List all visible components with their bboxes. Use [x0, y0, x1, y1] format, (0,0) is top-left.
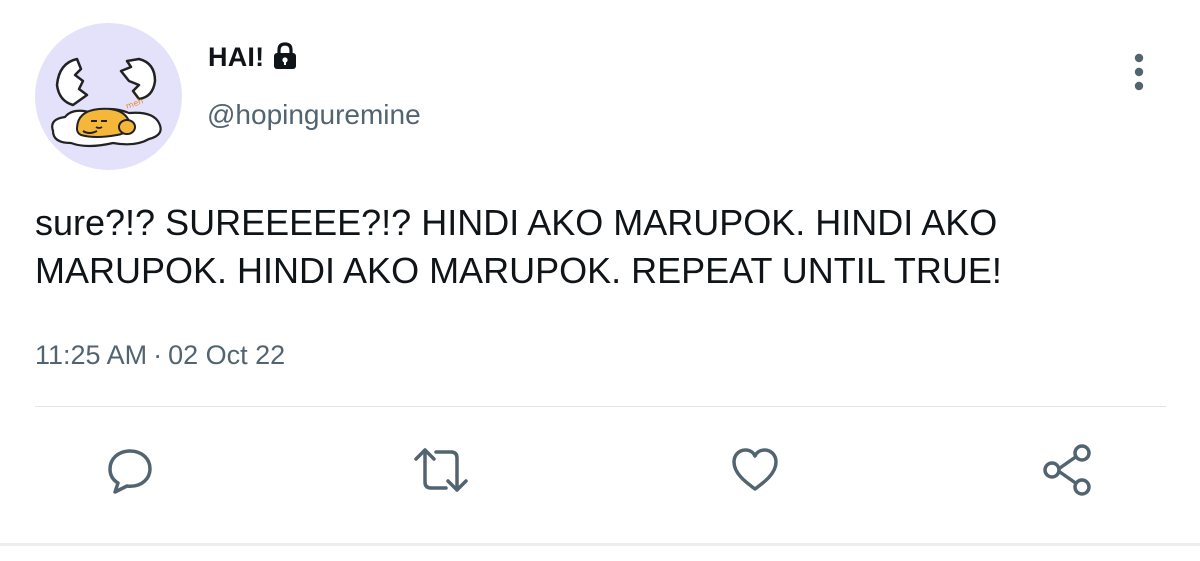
more-vertical-icon[interactable]	[1128, 52, 1150, 92]
retweet-button[interactable]	[411, 440, 471, 500]
display-name[interactable]: HAI!	[208, 42, 264, 73]
reply-icon	[108, 449, 152, 494]
reply-button[interactable]	[100, 440, 160, 500]
tweet-timestamp[interactable]: 11:25 AM · 02 Oct 22	[35, 340, 285, 371]
avatar-badge-text: meh	[125, 96, 145, 111]
like-button[interactable]	[725, 440, 785, 500]
avatar[interactable]: meh	[35, 23, 182, 170]
tweet-card: meh HAI! @hopinguremine sure?!? SUREEEEE…	[0, 0, 1200, 561]
lock-icon	[272, 41, 298, 71]
tweet-date: 02 Oct 22	[168, 340, 286, 370]
gudetama-egg-avatar-icon: meh	[51, 57, 162, 148]
tweet-time: 11:25 AM	[35, 340, 148, 370]
author-name-row: HAI!	[208, 41, 298, 73]
bottom-divider	[0, 543, 1200, 546]
share-button[interactable]	[1038, 440, 1098, 500]
author-handle[interactable]: @hopinguremine	[207, 99, 421, 131]
heart-icon	[732, 448, 778, 491]
share-icon	[1043, 444, 1091, 496]
action-bar	[0, 440, 1200, 510]
tweet-text: sure?!? SUREEEEE?!? HINDI AKO MARUPOK. H…	[35, 202, 1002, 291]
meta-separator: ·	[153, 340, 163, 370]
retweet-icon	[414, 448, 468, 492]
divider	[35, 406, 1166, 407]
